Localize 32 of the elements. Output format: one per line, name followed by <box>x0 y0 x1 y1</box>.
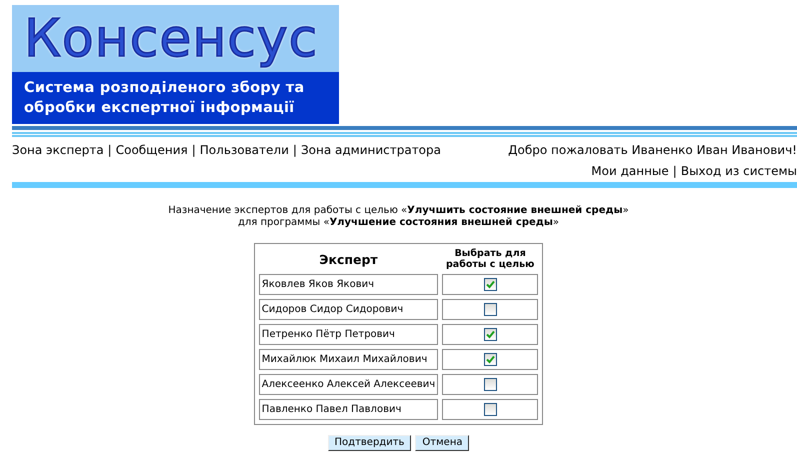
welcome-text: Добро пожаловать Иваненко Иван Иванович! <box>508 143 797 157</box>
nav-link[interactable]: Зона администратора <box>300 143 441 157</box>
expert-name-cell: Сидоров Сидор Сидорович <box>258 299 438 320</box>
nav-link[interactable]: Зона эксперта <box>12 143 104 157</box>
form-button[interactable]: Отмена <box>415 435 470 451</box>
form-button[interactable]: Подтвердить <box>328 435 412 451</box>
separator: | <box>192 143 196 157</box>
expert-name-cell: Алексеенко Алексей Алексеевич <box>258 374 438 395</box>
logo-title: Консенсус <box>24 12 318 64</box>
user-link[interactable]: Мои данные <box>591 164 669 178</box>
intro-text: для программы «Улучшение состояния внешней среды» <box>238 217 560 229</box>
separator: | <box>292 143 297 157</box>
expert-name-cell: Яковлев Яков Якович <box>258 274 438 295</box>
column-header: Выбрать для работы с целью <box>444 248 536 270</box>
expert-name-cell: Павленко Павел Павлович <box>258 399 438 420</box>
nav-link[interactable]: Сообщения <box>116 143 188 157</box>
user-link[interactable]: Выход из системы <box>680 164 797 178</box>
logo-subtitle: обробки експертної інформації <box>24 99 296 118</box>
checkbox[interactable] <box>484 378 497 391</box>
checkbox[interactable] <box>484 403 497 416</box>
column-header: Эксперт <box>318 250 379 269</box>
expert-name-cell: Михайлюк Михаил Михайлович <box>258 349 438 370</box>
separator: | <box>672 164 677 178</box>
logo-subtitle: Система розподіленого збору та <box>24 79 306 98</box>
nav-link[interactable]: Пользователи <box>200 143 289 157</box>
checkbox[interactable] <box>484 278 497 291</box>
checkbox[interactable] <box>484 353 497 366</box>
checkbox[interactable] <box>484 328 497 341</box>
expert-name-cell: Петренко Пётр Петрович <box>258 324 438 345</box>
checkbox[interactable] <box>484 303 497 316</box>
separator: | <box>108 143 112 157</box>
intro-text: Назначение экспертов для работы с целью «Улучшить состояние внешней среды» <box>168 205 629 217</box>
